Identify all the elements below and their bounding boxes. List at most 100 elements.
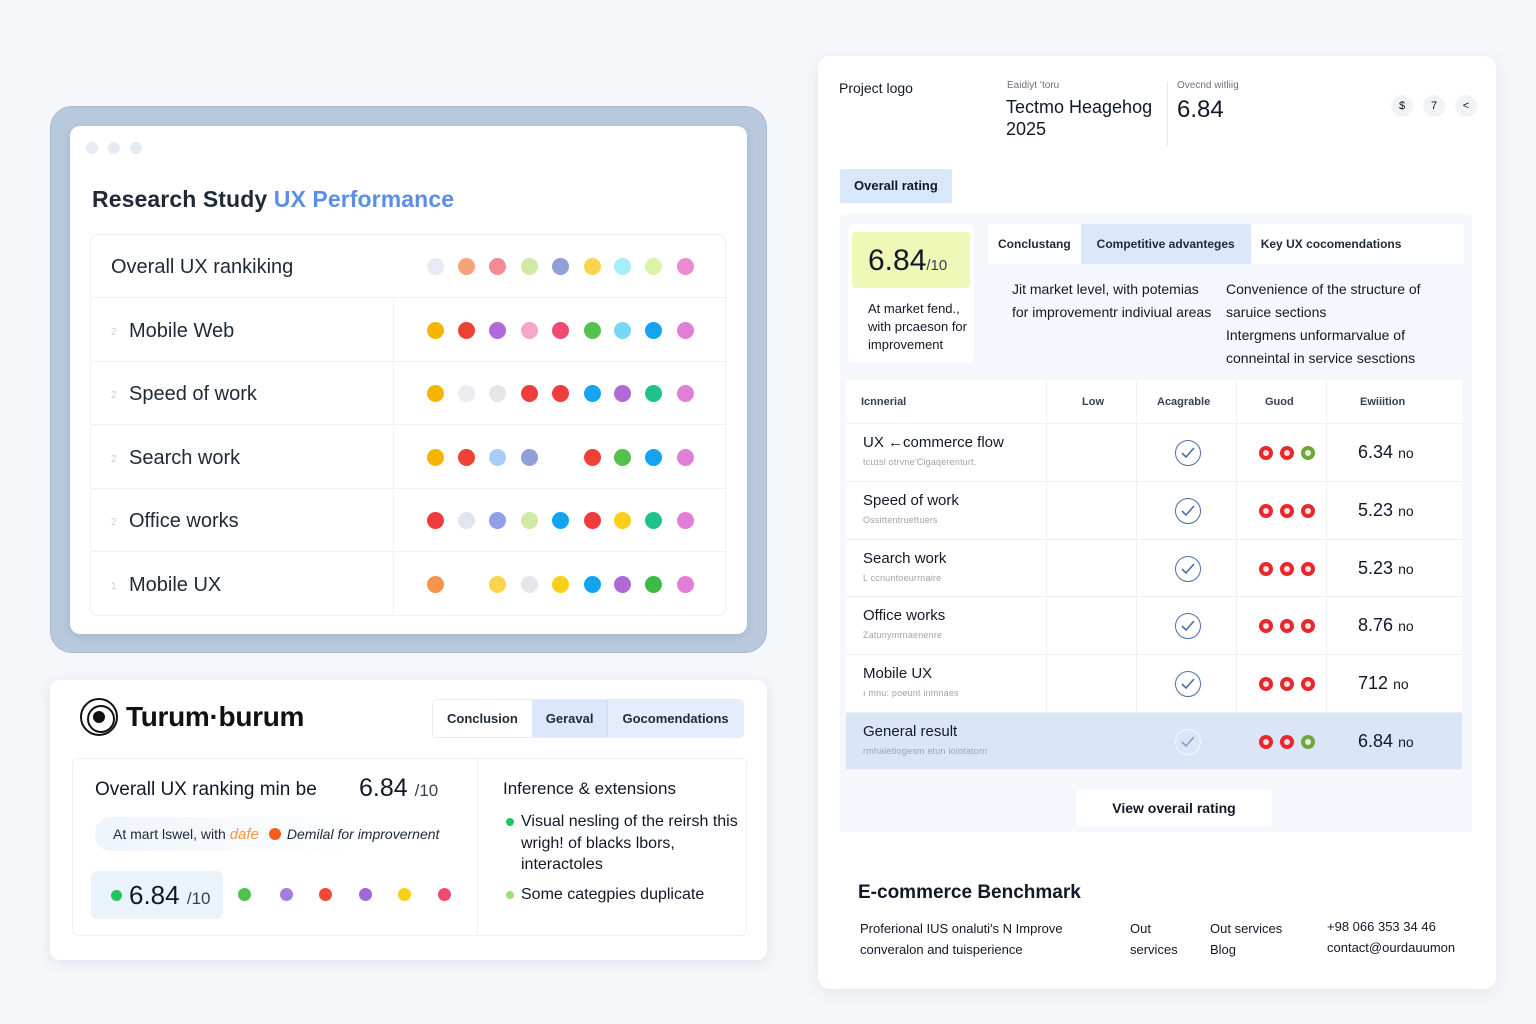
rating-dot	[645, 512, 662, 529]
view-overall-rating-button[interactable]: View overail rating	[1076, 790, 1272, 826]
score-unit: no	[1393, 676, 1409, 692]
divider	[477, 759, 478, 935]
rating-dot	[489, 385, 506, 402]
table-row[interactable]: Mobile UX ı mnu: poeunt inmnaes 712 no	[846, 655, 1462, 713]
rating-dots	[427, 512, 727, 530]
rating-dots	[427, 385, 727, 403]
advantage-item: Intergmens unformarvalue of conneintal i…	[1226, 327, 1416, 366]
rating-dot	[645, 321, 662, 339]
row-label: Mobile Web	[129, 319, 235, 342]
inference-title: Inference & extensions	[503, 779, 676, 798]
col-low[interactable]: Low	[1082, 396, 1104, 408]
rating-dot	[614, 448, 631, 466]
overall-label: Ovecnd witliig	[1177, 80, 1239, 91]
table-row[interactable]: Search work L ccnuntoeurrnaire 5.23 no	[846, 540, 1462, 597]
check-circle-icon[interactable]	[1175, 613, 1201, 639]
tab-competitive-advantages[interactable]: Competitive advanteges	[1080, 224, 1251, 264]
table-row[interactable]: 2 Speed of work	[91, 362, 727, 425]
row-index: 2	[111, 326, 117, 338]
brand-logo-icon	[80, 698, 118, 736]
table-row[interactable]: Office works Zatunymrnaenenre 8.76 no	[846, 597, 1462, 655]
rating-dot	[458, 512, 475, 529]
rating-dot	[521, 258, 538, 275]
table-row[interactable]: Speed of work Ossittentruettuers 5.23 no	[846, 482, 1462, 540]
status-dot	[1280, 562, 1294, 576]
row-label: Overall UX rankiking	[111, 256, 294, 278]
rating-dot	[614, 258, 631, 275]
tab-general[interactable]: Geraval	[531, 700, 608, 737]
rating-dot	[427, 575, 444, 593]
row-label: Speed of work	[129, 383, 257, 405]
ranking-score-value: 6.84	[359, 774, 408, 802]
rating-dot	[521, 575, 538, 593]
advantage-item: Convenience of the structure of saruice …	[1226, 281, 1421, 320]
rating-dot	[584, 385, 601, 402]
table-row[interactable]: 2 Mobile Web	[91, 298, 727, 362]
footer-email[interactable]: contact@ourdauumon	[1327, 937, 1487, 958]
tab-conclusion[interactable]: Conclustang	[988, 224, 1081, 264]
table-row[interactable]: UX ←commerce flow tcuɪsl otrvne'Cigaqeren…	[846, 424, 1462, 482]
rating-dot	[438, 888, 451, 901]
criterion-note: L ccnuntoeurrnaire	[863, 573, 942, 583]
status-dot	[1280, 619, 1294, 633]
check-circle-icon[interactable]	[1175, 671, 1201, 697]
rating-dot	[427, 448, 444, 466]
window-close-dot[interactable]	[86, 142, 98, 154]
rating-dot	[427, 258, 444, 275]
window-minimize-dot[interactable]	[108, 142, 120, 154]
col-evaluation[interactable]: Ewiiition	[1360, 396, 1405, 408]
score-chip: 6.84 /10	[91, 871, 223, 919]
rating-dot	[521, 448, 538, 466]
rating-dot	[584, 512, 601, 529]
status-dot	[1301, 504, 1315, 518]
col-acceptable[interactable]: Acagrable	[1157, 396, 1210, 408]
table-row[interactable]: 1 Mobile UX	[91, 552, 727, 616]
count-icon[interactable]: 7	[1423, 95, 1445, 117]
footer-link-blog[interactable]: Out services Blog	[1210, 918, 1310, 960]
tab-recommendations[interactable]: Gocomendations	[607, 700, 743, 737]
check-circle-icon[interactable]	[1175, 729, 1201, 755]
rating-dot	[427, 321, 444, 339]
rating-dot	[584, 448, 601, 466]
advantages-text: Convenience of the structure of saruice …	[1226, 278, 1456, 370]
score-value: 712	[1358, 673, 1389, 693]
criterion-name: Office works	[863, 607, 946, 624]
status-dot	[1280, 446, 1294, 460]
status-dot	[1259, 446, 1273, 460]
window-maximize-dot[interactable]	[130, 142, 142, 154]
rating-dot	[489, 321, 506, 339]
table-row[interactable]: General result rmhaletiogesm etun ioiotat…	[846, 713, 1462, 770]
criterion-score: 8.76 no	[1358, 615, 1414, 636]
project-logo[interactable]: Project logo	[839, 80, 913, 96]
share-icon[interactable]: <	[1455, 95, 1477, 117]
chip-score-value: 6.84	[129, 880, 180, 910]
check-circle-icon[interactable]	[1175, 498, 1201, 524]
status-dot	[1280, 504, 1294, 518]
criterion-score: 5.23 no	[1358, 500, 1414, 521]
row-index: 2	[111, 517, 117, 528]
overall-rating-tab[interactable]: Overall rating	[840, 169, 952, 203]
check-circle-icon[interactable]	[1175, 440, 1201, 466]
ranking-header-row[interactable]: Overall UX rankiking	[91, 235, 727, 298]
footer-link-services[interactable]: Out services	[1130, 918, 1190, 960]
ranking-score: 6.84 /10	[359, 774, 438, 803]
score-denom: /10	[926, 257, 948, 274]
rating-dot	[458, 385, 475, 402]
status-dot	[1301, 562, 1315, 576]
table-row[interactable]: 2 Search work	[91, 425, 727, 489]
divider	[393, 425, 394, 488]
table-row[interactable]: 2 Office works	[91, 489, 727, 552]
footer-phone[interactable]: +98 066 353 34 46	[1327, 916, 1487, 937]
criteria-table: Icnnerial Low Acagrable Guod Ewiiition U…	[846, 380, 1462, 770]
col-good[interactable]: Guod	[1265, 396, 1294, 408]
rating-dot	[427, 512, 444, 529]
rating-dot	[614, 321, 631, 339]
check-circle-icon[interactable]	[1175, 556, 1201, 582]
tab-key-ux-recommendations[interactable]: Key UX cocomendations	[1251, 224, 1412, 264]
currency-icon[interactable]: $	[1391, 95, 1413, 117]
tab-conclusion[interactable]: Conclusion	[433, 700, 532, 737]
col-criterion[interactable]: Icnnerial	[861, 396, 906, 408]
note-text: At mart lswel, with	[113, 826, 230, 842]
status-dot	[1259, 504, 1273, 518]
ranking-note: At mart lswel, with dafe Demilal for impr…	[95, 817, 470, 851]
